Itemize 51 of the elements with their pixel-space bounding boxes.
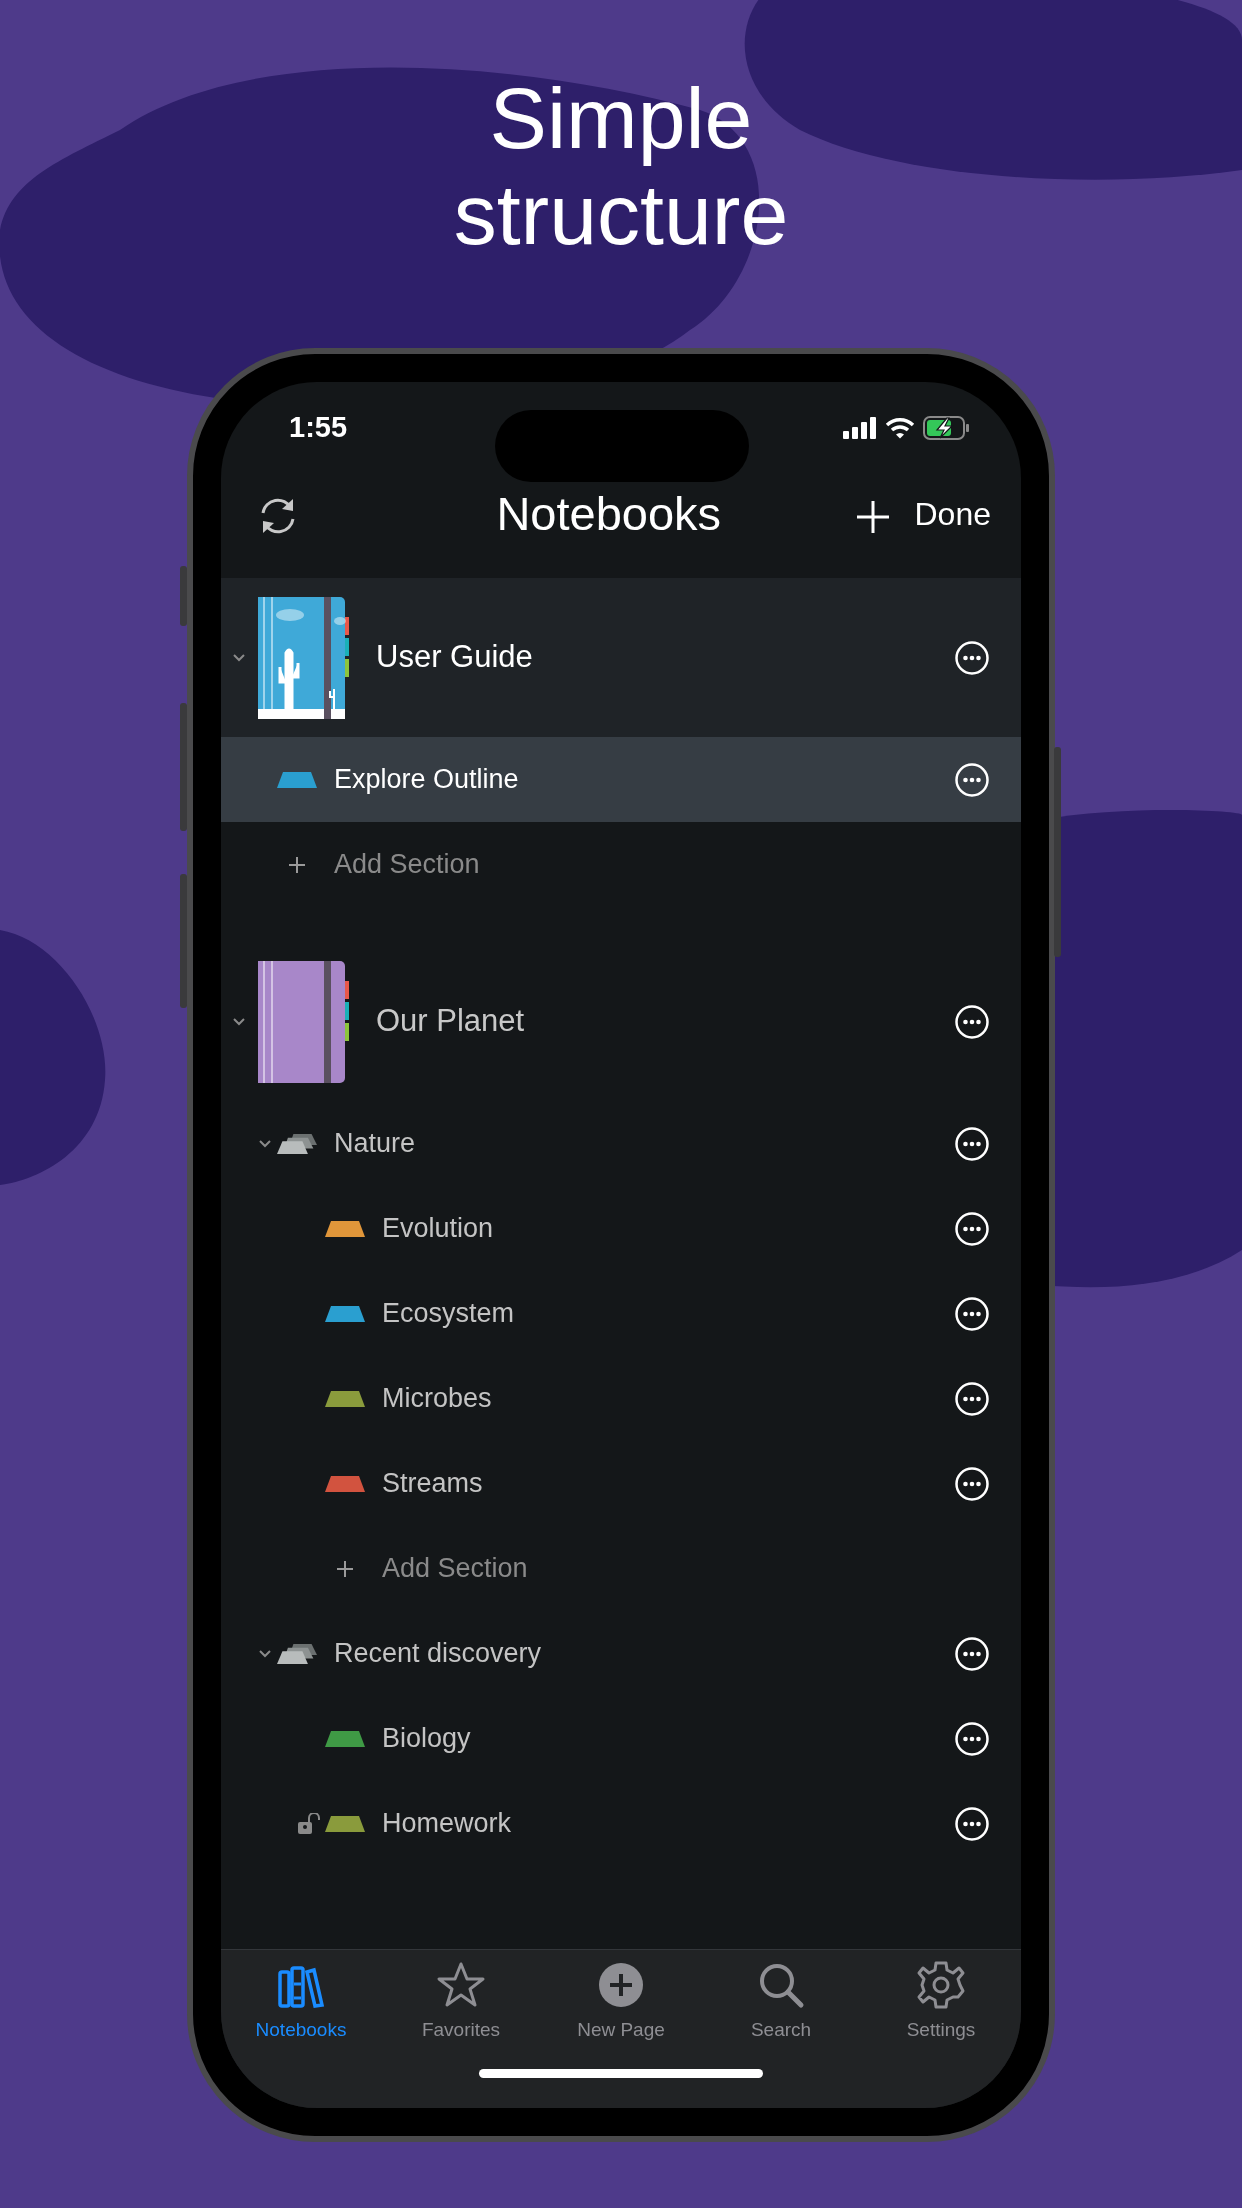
tab-button[interactable]: Settings (861, 1960, 1021, 2045)
tab-button[interactable]: New Page (541, 1960, 701, 2045)
section-item[interactable]: Homework (221, 1781, 1021, 1866)
section-label: Explore Outline (334, 763, 520, 797)
add-section-button[interactable]: Add Section (382, 1548, 989, 1589)
screen-title: Notebooks (495, 485, 723, 542)
more-icon[interactable] (955, 1806, 989, 1841)
more-icon[interactable] (955, 1381, 989, 1416)
add-section-button[interactable]: Add Section (334, 844, 989, 885)
status-time: 1:55 (289, 410, 348, 446)
section-item[interactable]: Biology (221, 1696, 1021, 1781)
section-group-label: Nature (334, 1127, 417, 1161)
section-group-icon (277, 1642, 317, 1665)
more-icon[interactable] (955, 762, 989, 797)
plus-icon (288, 855, 306, 874)
section-item[interactable]: Explore Outline (221, 737, 1021, 822)
notebook-row[interactable]: User Guide (221, 578, 1021, 737)
section-item[interactable]: Microbes (221, 1356, 1021, 1441)
plus-circle-icon (596, 1960, 646, 2010)
wifi-icon (885, 417, 915, 439)
section-label: Homework (382, 1807, 513, 1841)
notebook-row[interactable]: Our Planet (221, 942, 1021, 1101)
section-item[interactable]: Ecosystem (221, 1271, 1021, 1356)
section-label: Biology (382, 1722, 472, 1756)
more-icon[interactable] (955, 1466, 989, 1501)
tab-button[interactable]: Notebooks (221, 1960, 381, 2045)
tab-button[interactable]: Search (701, 1960, 861, 2045)
tab-button[interactable]: Favorites (381, 1960, 541, 2045)
notebook-title: User Guide (376, 638, 534, 677)
more-icon[interactable] (955, 1721, 989, 1756)
more-icon[interactable] (955, 1004, 989, 1039)
done-button[interactable]: Done (914, 490, 991, 538)
section-label: Evolution (382, 1212, 495, 1246)
section-item[interactable]: Evolution (221, 1186, 1021, 1271)
more-icon[interactable] (955, 1636, 989, 1671)
signal-icon (843, 417, 877, 439)
section-group-icon (277, 1132, 317, 1155)
more-icon[interactable] (955, 1296, 989, 1331)
more-icon[interactable] (955, 1126, 989, 1161)
headline: Simple structure (452, 70, 790, 262)
plus-icon (336, 1559, 354, 1578)
section-label: Streams (382, 1467, 484, 1501)
settings-icon (916, 1960, 966, 2010)
notebook-title: Our Planet (376, 1002, 526, 1041)
more-icon[interactable] (955, 640, 989, 675)
section-label: Ecosystem (382, 1297, 516, 1331)
section-label: Microbes (382, 1382, 493, 1416)
section-item[interactable]: Streams (221, 1441, 1021, 1526)
section-group-label: Recent discovery (334, 1637, 543, 1671)
more-icon[interactable] (955, 1211, 989, 1246)
battery-icon (923, 416, 971, 440)
